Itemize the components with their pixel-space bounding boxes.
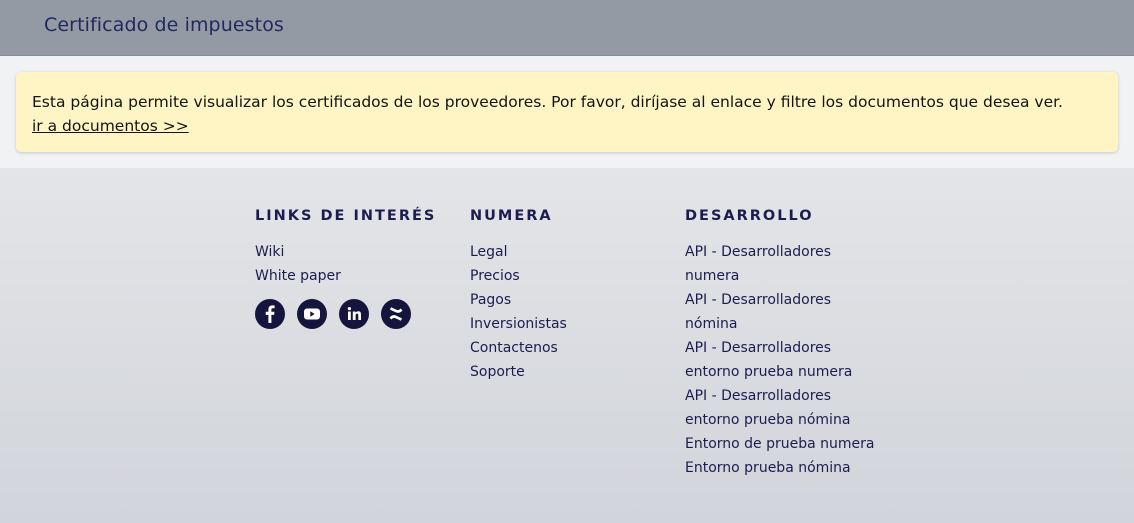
footer-column-links: LINKS DE INTERÉS Wiki White paper: [255, 208, 436, 329]
footer-link-api-nomina[interactable]: nómina: [685, 312, 875, 336]
footer-desarrollo-list: API - Desarrolladores numera API - Desar…: [685, 240, 875, 480]
footer: LINKS DE INTERÉS Wiki White paper NUMERA…: [0, 168, 1134, 523]
footer-link-white-paper[interactable]: White paper: [255, 264, 436, 288]
alert-message: Esta página permite visualizar los certi…: [32, 93, 1063, 111]
footer-link-soporte[interactable]: Soporte: [470, 360, 567, 384]
youtube-icon[interactable]: [297, 299, 327, 329]
footer-links-list: Wiki White paper: [255, 240, 436, 288]
page-title: Certificado de impuestos: [44, 14, 284, 36]
social-links: [255, 299, 436, 329]
footer-link-api-test-numera[interactable]: API - Desarrolladores: [685, 336, 875, 360]
footer-link-test-env-nomina[interactable]: Entorno prueba nómina: [685, 456, 875, 480]
linkedin-icon[interactable]: [339, 299, 369, 329]
footer-link-api-test-nomina[interactable]: entorno prueba nómina: [685, 408, 875, 432]
info-section: Esta página permite visualizar los certi…: [0, 56, 1134, 168]
footer-heading-desarrollo: DESARROLLO: [685, 208, 814, 224]
footer-link-test-env-numera[interactable]: Entorno de prueba numera: [685, 432, 875, 456]
go-to-documents-link[interactable]: ir a documentos >>: [32, 114, 189, 138]
footer-link-api-test-nomina[interactable]: API - Desarrolladores: [685, 384, 875, 408]
footer-numera-list: Legal Precios Pagos Inversionistas Conta…: [470, 240, 567, 384]
footer-link-api-numera[interactable]: API - Desarrolladores: [685, 240, 875, 264]
footer-link-pagos[interactable]: Pagos: [470, 288, 567, 312]
footer-link-contactenos[interactable]: Contactenos: [470, 336, 567, 360]
footer-link-api-numera[interactable]: numera: [685, 264, 875, 288]
confluence-icon[interactable]: [381, 299, 411, 329]
footer-link-inversionistas[interactable]: Inversionistas: [470, 312, 567, 336]
top-bar: Certificado de impuestos: [0, 0, 1134, 56]
footer-link-wiki[interactable]: Wiki: [255, 240, 436, 264]
footer-link-precios[interactable]: Precios: [470, 264, 567, 288]
footer-link-legal[interactable]: Legal: [470, 240, 567, 264]
footer-link-api-test-numera[interactable]: entorno prueba numera: [685, 360, 875, 384]
facebook-icon[interactable]: [255, 299, 285, 329]
footer-heading-links: LINKS DE INTERÉS: [255, 208, 437, 224]
info-alert: Esta página permite visualizar los certi…: [16, 72, 1118, 152]
footer-link-api-nomina[interactable]: API - Desarrolladores: [685, 288, 875, 312]
footer-column-numera: NUMERA Legal Precios Pagos Inversionista…: [470, 208, 567, 384]
footer-heading-numera: NUMERA: [470, 208, 553, 224]
footer-column-desarrollo: DESARROLLO API - Desarrolladores numera …: [685, 208, 875, 480]
